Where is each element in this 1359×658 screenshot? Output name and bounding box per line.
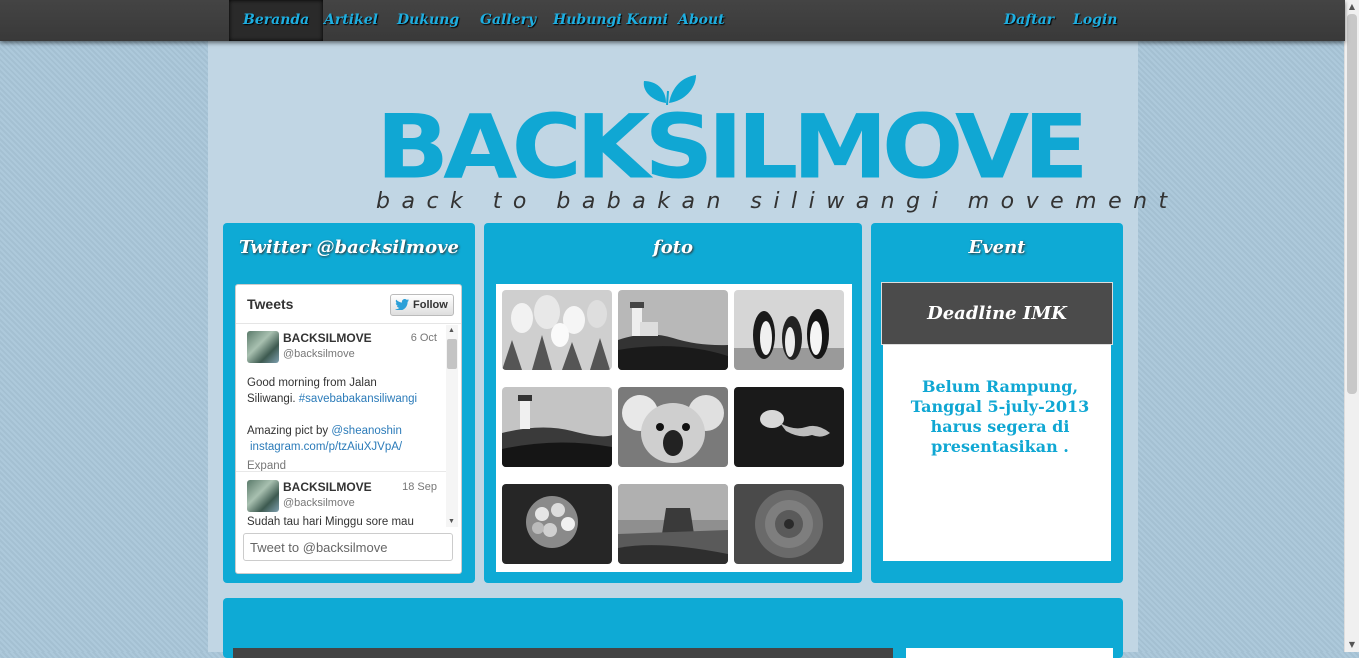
tweet-mention-link[interactable]: @sheanoshin [331,425,402,437]
tweet-text-line: Amazing pict by @sheanoshin [247,425,402,437]
photo-thumbnail-lighthouse[interactable] [618,290,728,370]
nav-beranda[interactable]: Beranda [229,0,324,41]
twitter-panel-title: Twitter @backsilmove [238,237,460,258]
tweet-text: Siliwangi. [247,393,299,405]
foto-panel: foto [484,223,862,583]
tweet-author-name[interactable]: BACKSILMOVE [283,331,372,345]
photo-gallery [496,284,852,572]
logo-wordmark: BACKSILMOVE [376,95,1089,199]
follow-button[interactable]: Follow [390,294,454,316]
avatar[interactable] [247,480,279,512]
tweet-text: Good morning from Jalan [247,377,377,389]
tweet-to-input[interactable]: Tweet to @backsilmove [243,533,453,561]
tweet-divider [236,471,446,472]
follow-button-label: Follow [413,299,448,311]
event-item-header[interactable]: Deadline IMK [881,282,1113,345]
photo-thumbnail-desert[interactable] [618,484,728,564]
logo-tagline: back to babakan siliwangi movement [376,189,1179,214]
photo-thumbnail-penguins[interactable] [734,290,844,370]
site-logo[interactable]: BACKSILMOVE back to babakan siliwangi mo… [376,71,1167,214]
nav-artikel[interactable]: Artikel [324,0,378,41]
scroll-down-arrow-icon[interactable]: ▼ [1345,638,1359,652]
photo-thumbnail-chrysanthemum[interactable] [734,484,844,564]
nav-hubungi-kami[interactable]: Hubungi Kami [553,0,668,41]
tweet-text: Sudah tau hari Minggu sore mau [247,516,414,528]
nav-daftar[interactable]: Daftar [1004,0,1054,41]
nav-login[interactable]: Login [1073,0,1117,41]
tweet-url-link[interactable]: instagram.com/p/tzAiuXJVpA/ [250,441,402,453]
top-navbar: Beranda Artikel Dukung Gallery Hubungi K… [0,0,1345,41]
avatar[interactable] [247,331,279,363]
event-item-description: Belum Rampung, Tanggal 5-july-2013 harus… [910,377,1090,456]
photo-thumbnail-hydrangeas[interactable] [502,484,612,564]
tweets-heading: Tweets [247,296,294,312]
event-item-body: Belum Rampung, Tanggal 5-july-2013 harus… [883,345,1111,561]
page-scrollbar[interactable]: ▲ ▼ [1344,0,1359,652]
foto-panel-title: foto [652,237,694,258]
scroll-down-arrow-icon[interactable]: ▼ [448,518,455,525]
bottom-panel [223,598,1123,658]
event-item-title[interactable]: Deadline IMK [882,303,1112,324]
tweet-hashtag-link[interactable]: #savebabakansiliwangi [299,393,417,405]
nav-about[interactable]: About [678,0,725,41]
tweet-date[interactable]: 6 Oct [411,332,437,344]
photo-thumbnail-tulips[interactable] [502,290,612,370]
scroll-up-arrow-icon[interactable]: ▲ [1345,0,1359,14]
nav-gallery[interactable]: Gallery [480,0,536,41]
twitter-widget-header: Tweets Follow [236,285,461,324]
twitter-widget: Tweets Follow BACKSILMOVE @backsilmove 6… [235,284,462,574]
bottom-sidebar-block [906,648,1113,658]
nav-dukung[interactable]: Dukung [397,0,459,41]
photo-thumbnail-jellyfish[interactable] [734,387,844,467]
tweet-author-name[interactable]: BACKSILMOVE [283,480,372,494]
scrollbar-thumb[interactable] [447,339,457,369]
twitter-panel: Twitter @backsilmove Tweets Follow BACKS… [223,223,475,583]
scroll-up-arrow-icon[interactable]: ▲ [448,327,455,334]
twitter-bird-icon [395,299,409,310]
photo-thumbnail-koala[interactable] [618,387,728,467]
event-panel: Event Deadline IMK Belum Rampung, Tangga… [871,223,1123,583]
twitter-timeline-scrollbar[interactable]: ▲ ▼ [446,325,458,527]
photo-thumbnail-lighthouse-2[interactable] [502,387,612,467]
bottom-content-block [233,648,893,658]
tweet-author-handle[interactable]: @backsilmove [283,348,355,360]
tweet-author-handle[interactable]: @backsilmove [283,497,355,509]
tweet-item[interactable]: BACKSILMOVE @backsilmove 18 Sep Sudah ta… [247,480,437,530]
tweet-item[interactable]: BACKSILMOVE @backsilmove 6 Oct Good morn… [247,331,437,472]
tweet-date[interactable]: 18 Sep [402,481,437,493]
event-panel-title: Event [968,237,1026,258]
tweet-text: Amazing pict by [247,425,332,437]
scrollbar-thumb[interactable] [1347,14,1357,394]
tweet-text-line: Siliwangi. #savebabakansiliwangi [247,393,417,405]
